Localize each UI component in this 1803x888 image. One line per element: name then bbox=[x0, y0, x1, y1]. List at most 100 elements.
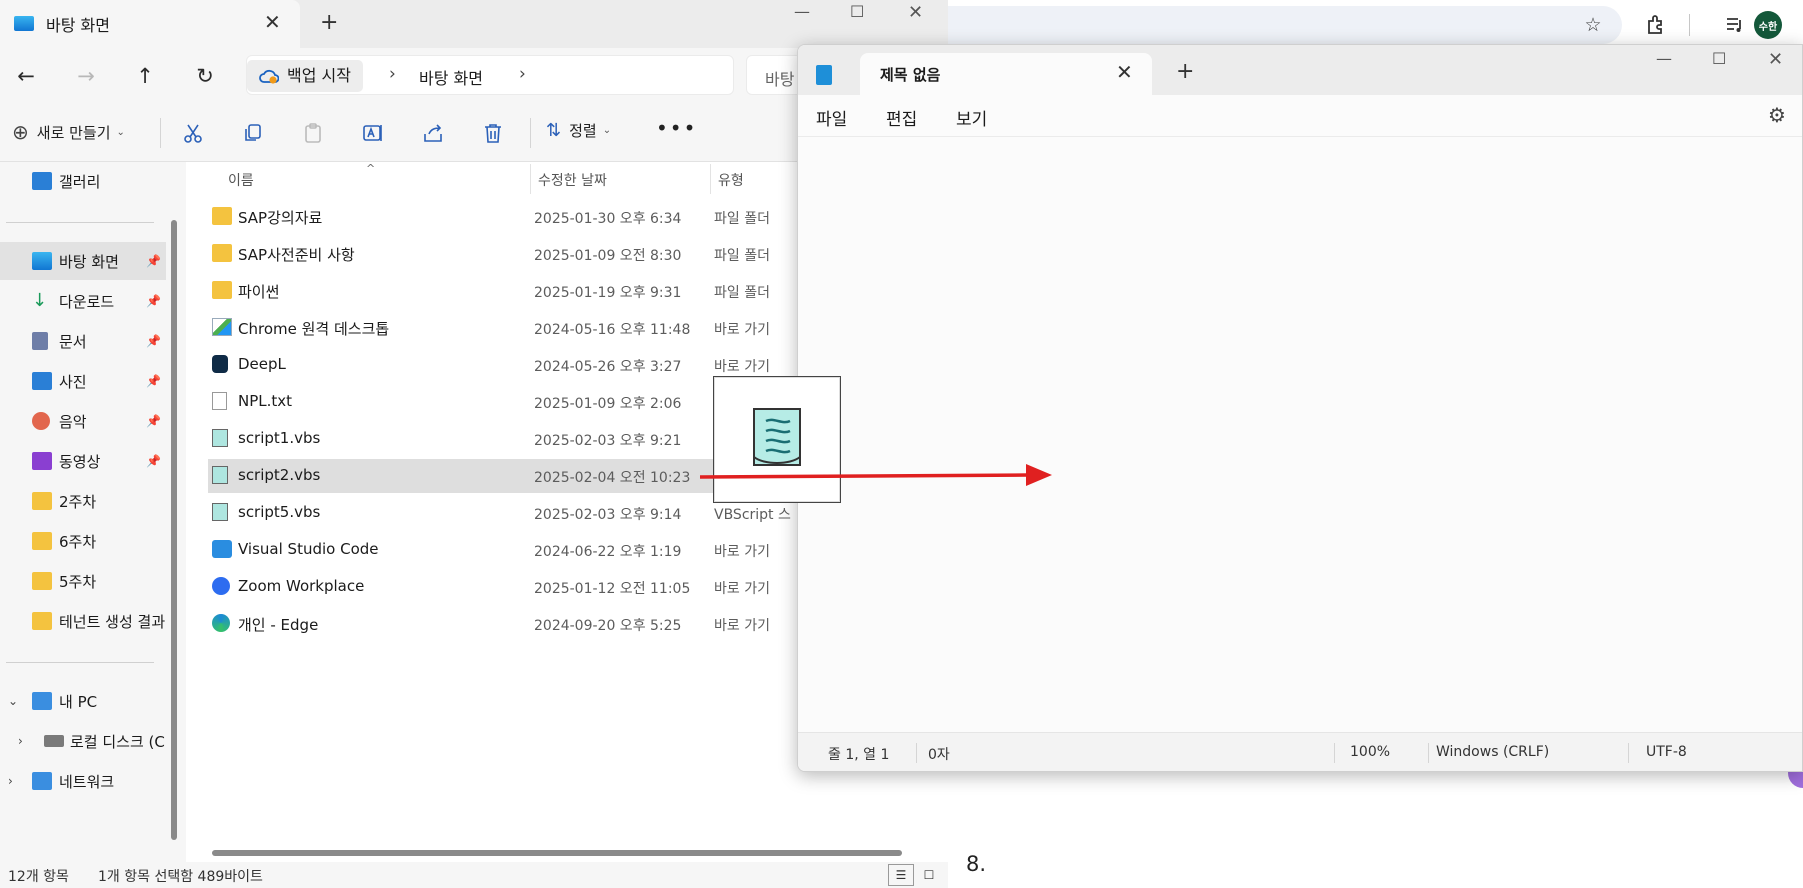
column-header-name[interactable]: 이름 bbox=[228, 170, 254, 190]
explorer-status-bar: 12개 항목 1개 항목 선택함 489바이트 ☰ ☐ bbox=[0, 862, 948, 888]
new-button[interactable]: ⊕ 새로 만들기 ⌄ bbox=[12, 120, 125, 144]
new-tab-icon[interactable]: + bbox=[1176, 59, 1194, 84]
tiles-view-icon[interactable]: ☐ bbox=[916, 864, 942, 886]
file-name: SAP강의자료 bbox=[238, 209, 323, 227]
forward-arrow-icon[interactable]: → bbox=[72, 62, 100, 90]
file-name: script5.vbs bbox=[238, 503, 321, 521]
star-icon[interactable]: ☆ bbox=[1580, 12, 1606, 38]
nav-item-videos[interactable]: 동영상 📌 bbox=[0, 442, 166, 480]
toolbar-separator bbox=[160, 118, 161, 148]
menu-view[interactable]: 보기 bbox=[956, 105, 987, 130]
nav-label: 5주차 bbox=[59, 572, 97, 591]
maximize-icon[interactable]: ☐ bbox=[850, 2, 864, 21]
nav-label: 로컬 디스크 (C:) bbox=[70, 732, 166, 751]
zoom-level[interactable]: 100% bbox=[1350, 744, 1390, 760]
close-window-icon[interactable]: ✕ bbox=[1768, 49, 1783, 70]
pin-icon: 📌 bbox=[146, 454, 161, 468]
close-tab-icon[interactable]: ✕ bbox=[1116, 60, 1133, 84]
edge-icon bbox=[212, 614, 230, 632]
back-arrow-icon[interactable]: ← bbox=[12, 62, 40, 90]
script-file-icon bbox=[212, 503, 228, 521]
status-separator bbox=[1334, 743, 1335, 763]
navigation-pane: 갤러리 바탕 화면 📌 ↓ 다운로드 📌 문서 📌 사진 📌 음악 📌 동영상 … bbox=[0, 162, 176, 862]
minimize-icon[interactable]: — bbox=[1656, 49, 1672, 68]
cut-icon[interactable] bbox=[180, 120, 206, 146]
breadcrumb[interactable]: 백업 시작 › 바탕 화면 › bbox=[246, 55, 734, 95]
nav-item-desktop[interactable]: 바탕 화면 📌 bbox=[0, 242, 166, 280]
delete-icon[interactable] bbox=[480, 120, 506, 146]
text-editor-area[interactable] bbox=[798, 137, 1802, 732]
close-window-icon[interactable]: ✕ bbox=[908, 2, 923, 23]
pin-icon: 📌 bbox=[146, 254, 161, 268]
share-icon[interactable] bbox=[420, 120, 446, 146]
paste-icon[interactable] bbox=[300, 120, 326, 146]
folder-icon bbox=[32, 572, 52, 590]
backup-chip[interactable]: 백업 시작 bbox=[247, 60, 363, 92]
nav-item-local-disk[interactable]: › 로컬 디스크 (C:) bbox=[0, 722, 166, 760]
gear-icon[interactable]: ⚙ bbox=[1768, 103, 1786, 127]
nav-scrollbar[interactable] bbox=[171, 220, 177, 840]
nav-item-network[interactable]: › 네트워크 bbox=[0, 762, 166, 800]
chevron-down-icon[interactable]: ⌄ bbox=[8, 694, 18, 708]
encoding[interactable]: UTF-8 bbox=[1646, 744, 1687, 760]
menu-edit[interactable]: 편집 bbox=[886, 105, 917, 130]
file-date: 2025-01-30 오후 6:34 bbox=[534, 211, 682, 227]
script-file-icon bbox=[212, 429, 228, 447]
nav-item-gallery[interactable]: 갤러리 bbox=[0, 162, 166, 200]
rename-icon[interactable] bbox=[360, 120, 386, 146]
folder-icon bbox=[32, 492, 52, 510]
nav-item-folder[interactable]: 6주차 bbox=[0, 522, 166, 560]
close-tab-icon[interactable]: ✕ bbox=[264, 10, 281, 34]
column-separator[interactable] bbox=[710, 164, 711, 194]
menu-file[interactable]: 파일 bbox=[816, 105, 847, 130]
nav-item-folder[interactable]: 테넌트 생성 결과 bbox=[0, 602, 166, 640]
maximize-icon[interactable]: ☐ bbox=[1712, 49, 1726, 68]
profile-avatar[interactable]: 수한 bbox=[1754, 11, 1782, 39]
chevron-right-icon[interactable]: › bbox=[18, 734, 23, 748]
file-type: 파일 폴더 bbox=[714, 248, 770, 264]
notepad-menu-bar: 파일 편집 보기 ⚙ bbox=[798, 95, 1802, 137]
nav-item-pictures[interactable]: 사진 📌 bbox=[0, 362, 166, 400]
file-name: 개인 - Edge bbox=[238, 616, 319, 634]
new-tab-icon[interactable]: + bbox=[320, 10, 338, 35]
nav-item-music[interactable]: 음악 📌 bbox=[0, 402, 166, 440]
explorer-tab[interactable]: 바탕 화면 ✕ bbox=[0, 0, 300, 48]
extensions-icon[interactable] bbox=[1643, 12, 1669, 38]
notepad-window: 제목 없음 ✕ + — ☐ ✕ 파일 편집 보기 ⚙ 줄 1, 열 1 0자 1… bbox=[797, 44, 1803, 772]
sort-button[interactable]: ⇅ 정렬 ⌄ bbox=[546, 120, 611, 141]
chevron-right-icon[interactable]: › bbox=[389, 64, 396, 84]
notepad-tab-title: 제목 없음 bbox=[880, 66, 941, 84]
address-bar[interactable] bbox=[948, 6, 1622, 44]
file-date: 2025-02-03 오후 9:14 bbox=[534, 507, 682, 523]
media-controls-icon[interactable] bbox=[1722, 12, 1748, 38]
chevron-right-icon[interactable]: › bbox=[8, 774, 13, 788]
nav-label: 테넌트 생성 결과 bbox=[59, 612, 166, 631]
minimize-icon[interactable]: — bbox=[794, 2, 810, 21]
backup-label: 백업 시작 bbox=[287, 66, 351, 85]
copy-icon[interactable] bbox=[240, 120, 266, 146]
line-ending[interactable]: Windows (CRLF) bbox=[1436, 744, 1549, 760]
nav-item-folder[interactable]: 2주차 bbox=[0, 482, 166, 520]
breadcrumb-current[interactable]: 바탕 화면 bbox=[419, 65, 483, 89]
nav-item-this-pc[interactable]: ⌄ 내 PC bbox=[0, 682, 166, 720]
explorer-tab-bar: 바탕 화면 ✕ + — ☐ ✕ bbox=[0, 0, 948, 48]
explorer-tab-title: 바탕 화면 bbox=[46, 16, 110, 35]
file-type: VBScript 스 bbox=[714, 507, 791, 523]
character-count: 0자 bbox=[928, 747, 950, 763]
nav-item-folder[interactable]: 5주차 bbox=[0, 562, 166, 600]
file-date: 2024-05-16 오후 11:48 bbox=[534, 322, 691, 338]
more-options-icon[interactable]: ••• bbox=[656, 116, 697, 140]
up-arrow-icon[interactable]: ↑ bbox=[131, 62, 159, 90]
refresh-icon[interactable]: ↻ bbox=[191, 62, 219, 90]
nav-item-documents[interactable]: 문서 📌 bbox=[0, 322, 166, 360]
notepad-tab[interactable]: 제목 없음 ✕ bbox=[860, 53, 1152, 95]
details-view-icon[interactable]: ☰ bbox=[888, 864, 914, 886]
column-header-modified[interactable]: 수정한 날짜 bbox=[538, 170, 607, 190]
horizontal-scrollbar[interactable] bbox=[212, 850, 902, 856]
nav-item-downloads[interactable]: ↓ 다운로드 📌 bbox=[0, 282, 166, 320]
column-header-type[interactable]: 유형 bbox=[718, 170, 744, 190]
toolbar-separator bbox=[1689, 14, 1690, 36]
column-separator[interactable] bbox=[530, 164, 531, 194]
nav-label: 2주차 bbox=[59, 492, 97, 511]
chevron-right-icon[interactable]: › bbox=[519, 64, 526, 84]
